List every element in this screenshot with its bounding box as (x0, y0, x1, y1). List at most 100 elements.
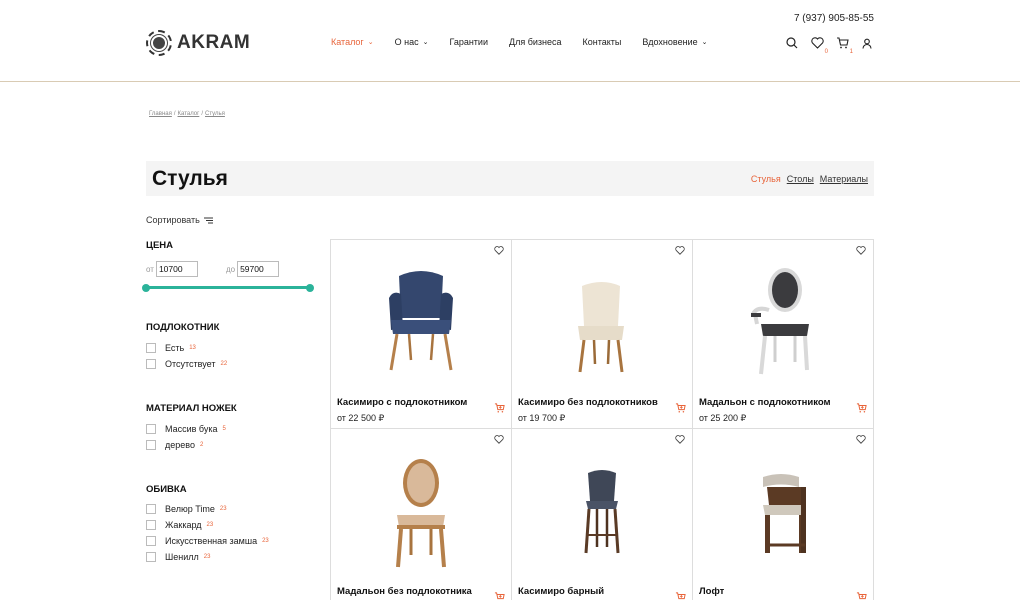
category-link-chairs[interactable]: Стулья (751, 174, 781, 184)
product-card[interactable]: Касимиро барный (512, 429, 693, 600)
filter-option-label: Жаккард (165, 520, 202, 530)
user-icon[interactable] (860, 36, 874, 50)
filter-option-count: 23 (206, 522, 214, 528)
filter-armrest-title: ПОДЛОКОТНИК (146, 322, 220, 333)
filter-option[interactable]: Жаккард 23 (146, 520, 213, 530)
checkbox[interactable] (146, 440, 156, 450)
header-actions: 0 1 (785, 36, 874, 55)
product-card[interactable]: Лофт (693, 429, 874, 600)
filter-option-count: 13 (189, 345, 196, 351)
checkbox[interactable] (146, 504, 156, 514)
product-image[interactable] (381, 459, 461, 569)
logo-icon (146, 30, 172, 56)
nav-inspiration[interactable]: Вдохновение ⌄ (642, 37, 707, 47)
checkbox[interactable] (146, 520, 156, 530)
sort-label: Сортировать (146, 215, 200, 225)
price-slider-min-handle[interactable] (142, 283, 150, 292)
favorite-icon[interactable] (856, 435, 866, 444)
favorites-icon[interactable]: 0 (810, 36, 828, 55)
product-image[interactable] (562, 467, 642, 572)
add-to-cart-icon[interactable] (856, 403, 867, 413)
chevron-down-icon: ⌄ (422, 39, 429, 46)
main-nav: Каталог ⌄ О нас ⌄ Гарантии Для бизнеса Кон… (331, 37, 728, 47)
filter-option-count: 23 (262, 538, 269, 544)
phone-number[interactable]: 7 (937) 905-85-55 (794, 13, 874, 24)
checkbox[interactable] (146, 424, 156, 434)
title-bar: Стулья Стулья Столы Материалы (146, 161, 874, 196)
price-to-input[interactable] (237, 261, 280, 277)
product-image[interactable] (743, 266, 823, 376)
product-name[interactable]: Касимиро с подлокотником (337, 397, 467, 408)
filter-option[interactable]: Массив бука 5 (146, 424, 226, 434)
filter-option-count: 23 (203, 554, 211, 560)
product-name[interactable]: Касимиро без подлокотников (518, 397, 658, 408)
checkbox[interactable] (146, 536, 156, 546)
product-name[interactable]: Мадальон с подлокотником (699, 397, 831, 408)
product-price: от 25 200 ₽ (699, 413, 747, 423)
product-image[interactable] (743, 469, 823, 574)
product-card[interactable]: Мадальон с подлокотником от 25 200 ₽ (693, 240, 874, 429)
sort-button[interactable]: Сортировать (146, 215, 213, 225)
checkbox[interactable] (146, 343, 156, 353)
product-price: от 22 500 ₽ (337, 413, 385, 423)
price-slider[interactable] (142, 283, 314, 292)
nav-contacts[interactable]: Контакты (583, 37, 622, 47)
category-link-materials[interactable]: Материалы (820, 174, 868, 184)
price-to-label: до (225, 264, 236, 274)
filter-option-label: Массив бука (165, 424, 218, 434)
add-to-cart-icon[interactable] (494, 403, 505, 413)
product-name[interactable]: Касимиро барный (518, 586, 604, 597)
checkbox[interactable] (146, 359, 156, 369)
filter-option[interactable]: дерево 2 (146, 440, 203, 450)
price-from-input[interactable] (155, 261, 198, 277)
product-name[interactable]: Лофт (699, 586, 724, 597)
nav-guarantees[interactable]: Гарантии (449, 37, 488, 47)
category-link-tables[interactable]: Столы (787, 174, 814, 184)
favorite-icon[interactable] (494, 435, 504, 444)
breadcrumb-current[interactable]: Стулья (205, 111, 225, 117)
search-icon[interactable] (785, 36, 799, 50)
filter-option[interactable]: Велюр Time 23 (146, 504, 227, 514)
category-links: Стулья Столы Материалы (751, 174, 868, 184)
favorite-icon[interactable] (675, 435, 685, 444)
site-header: 7 (937) 905-85-55 AKRAM Каталог ⌄ О нас ⌄ … (0, 0, 1020, 82)
nav-business[interactable]: Для бизнеса (509, 37, 562, 47)
cart-icon[interactable]: 1 (835, 36, 853, 55)
nav-catalog[interactable]: Каталог ⌄ (331, 37, 374, 47)
breadcrumb-home[interactable]: Главная (149, 111, 172, 117)
add-to-cart-icon[interactable] (856, 592, 867, 600)
logo[interactable]: AKRAM (146, 30, 250, 56)
favorite-icon[interactable] (494, 246, 504, 255)
page-title: Стулья (152, 166, 228, 190)
breadcrumb-catalog[interactable]: Каталог (178, 111, 200, 117)
product-card[interactable]: Мадальон без подлокотника (331, 429, 512, 600)
product-card[interactable]: Касимиро без подлокотников от 19 700 ₽ (512, 240, 693, 429)
add-to-cart-icon[interactable] (675, 592, 686, 600)
checkbox[interactable] (146, 552, 156, 562)
filter-option[interactable]: Отсутствует 22 (146, 359, 227, 369)
cart-count: 1 (849, 49, 853, 55)
logo-text: AKRAM (177, 32, 251, 53)
chevron-down-icon: ⌄ (367, 39, 374, 46)
product-price: от 19 700 ₽ (518, 413, 566, 423)
product-card[interactable]: Касимиро с подлокотником от 22 500 ₽ (331, 240, 512, 429)
favorite-icon[interactable] (856, 246, 866, 255)
add-to-cart-icon[interactable] (675, 403, 686, 413)
favorites-count: 0 (824, 49, 828, 55)
product-image[interactable] (381, 268, 461, 373)
product-grid: Касимиро с подлокотником от 22 500 ₽ Кас… (330, 239, 874, 600)
favorite-icon[interactable] (675, 246, 685, 255)
price-slider-max-handle[interactable] (306, 283, 314, 292)
nav-about[interactable]: О нас ⌄ (395, 37, 429, 47)
filter-option-label: Есть (165, 343, 185, 353)
filter-option[interactable]: Есть 13 (146, 343, 196, 353)
chevron-down-icon: ⌄ (701, 39, 708, 46)
filter-legs-title: МАТЕРИАЛ НОЖЕК (146, 403, 237, 414)
price-range: от до (146, 261, 280, 277)
filter-option-label: Шенилл (165, 552, 199, 562)
add-to-cart-icon[interactable] (494, 592, 505, 600)
product-name[interactable]: Мадальон без подлокотника (337, 586, 472, 597)
filter-option[interactable]: Шенилл 23 (146, 552, 210, 562)
product-image[interactable] (562, 268, 642, 373)
filter-option[interactable]: Искусственная замша 23 (146, 536, 269, 546)
